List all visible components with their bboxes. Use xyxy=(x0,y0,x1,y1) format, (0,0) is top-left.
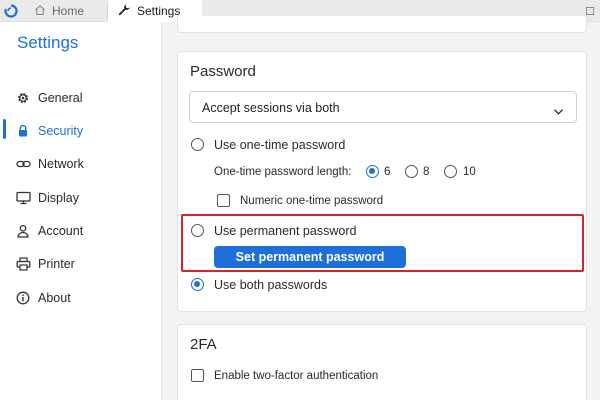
chevron-down-icon xyxy=(553,103,564,121)
radio-permanent-password[interactable] xyxy=(191,224,204,237)
user-icon xyxy=(15,223,31,239)
otp-length-label: One-time password length: xyxy=(214,166,352,178)
section-title-2fa: 2FA xyxy=(190,336,217,353)
sidebar-item-label: Display xyxy=(38,191,79,205)
sidebar-item-account[interactable]: Account xyxy=(0,218,161,244)
wrench-icon xyxy=(117,3,131,20)
length-8-label: 8 xyxy=(423,166,430,178)
sidebar-item-display[interactable]: Display xyxy=(0,185,161,211)
twofa-card: 2FA xyxy=(177,324,587,400)
numeric-otp-label: Numeric one-time password xyxy=(240,195,384,207)
password-card: Password Accept sessions via both xyxy=(177,51,587,312)
radio-both-passwords[interactable] xyxy=(191,278,204,291)
printer-icon xyxy=(15,256,31,272)
sidebar-item-security[interactable]: Security xyxy=(0,118,161,144)
section-title-password: Password xyxy=(190,63,256,80)
radio-length-8[interactable] xyxy=(405,165,418,178)
length-6-label: 6 xyxy=(384,166,391,178)
session-mode-value: Accept sessions via both xyxy=(202,101,340,115)
info-icon xyxy=(15,290,31,306)
lock-icon xyxy=(15,123,31,139)
both-passwords-label: Use both passwords xyxy=(214,278,328,292)
enable-2fa-label: Enable two-factor authentication xyxy=(214,370,379,382)
sidebar-item-printer[interactable]: Printer xyxy=(0,251,161,277)
sidebar-item-general[interactable]: General xyxy=(0,85,161,111)
one-time-password-label: Use one-time password xyxy=(214,138,346,152)
radio-length-10[interactable] xyxy=(444,165,457,178)
app-logo-icon xyxy=(3,3,19,19)
sidebar-title: Settings xyxy=(17,33,79,52)
tab-home-label: Home xyxy=(52,4,85,18)
sidebar-item-label: Account xyxy=(38,224,84,238)
link-icon xyxy=(15,156,31,172)
sidebar-item-label: About xyxy=(38,291,71,305)
sidebar: Settings General Security Network Displa… xyxy=(0,22,162,400)
sidebar-item-about[interactable]: About xyxy=(0,285,161,311)
monitor-icon xyxy=(15,190,31,206)
sidebar-item-label: General xyxy=(38,91,83,105)
sidebar-item-label: Security xyxy=(38,124,84,138)
length-10-label: 10 xyxy=(463,166,476,178)
maximize-button[interactable]: □ xyxy=(586,3,594,19)
previous-section-card xyxy=(177,16,587,33)
tab-home[interactable]: Home xyxy=(28,0,108,22)
set-permanent-password-button[interactable]: Set permanent password xyxy=(214,246,406,268)
radio-length-6[interactable] xyxy=(366,165,379,178)
numeric-otp-checkbox[interactable] xyxy=(217,194,230,207)
sidebar-item-label: Network xyxy=(38,157,84,171)
main-content: Password Accept sessions via both 2FA xyxy=(163,16,600,400)
session-mode-select[interactable]: Accept sessions via both xyxy=(189,91,577,123)
home-icon xyxy=(34,4,46,19)
sidebar-item-label: Printer xyxy=(38,257,75,271)
gear-icon xyxy=(15,90,31,106)
radio-one-time-password[interactable] xyxy=(191,138,204,151)
permanent-password-label: Use permanent password xyxy=(214,224,357,238)
enable-2fa-checkbox[interactable] xyxy=(191,369,204,382)
sidebar-item-network[interactable]: Network xyxy=(0,151,161,177)
tab-settings-label: Settings xyxy=(137,4,181,18)
